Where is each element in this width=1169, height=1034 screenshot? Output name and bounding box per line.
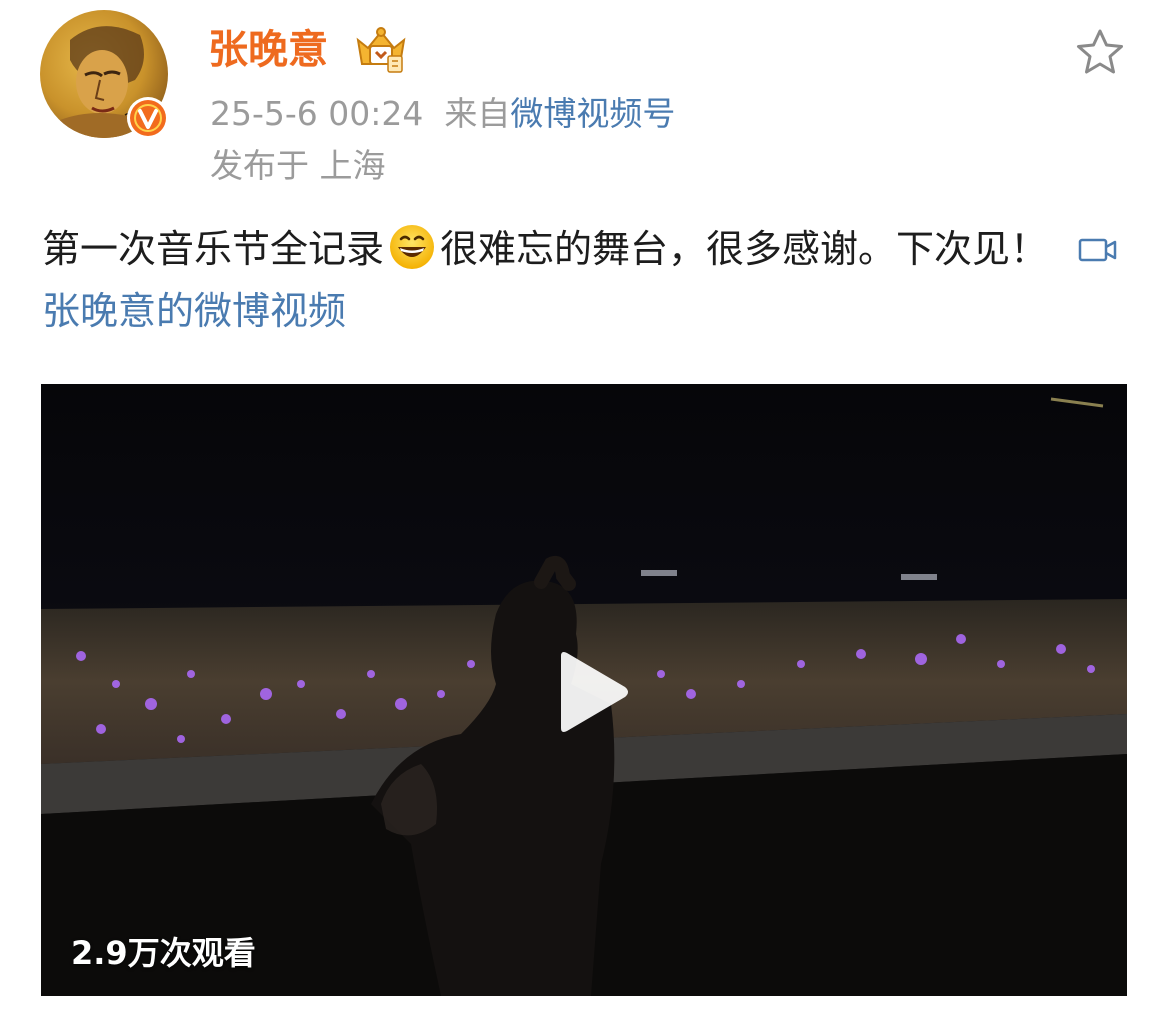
post-text-part1: 第一次音乐节全记录 — [42, 227, 385, 271]
post-meta: 25-5-6 00:24 来自微博视频号 — [210, 92, 675, 136]
video-player[interactable]: 2.9万次观看 — [41, 384, 1127, 996]
view-count: 2.9万次观看 — [71, 934, 256, 972]
post-text: 第一次音乐节全记录 很难忘的舞台，很多感谢。下次见！ 张晚意的微博视频 — [42, 218, 1132, 342]
verified-badge-icon — [126, 96, 170, 140]
play-button-icon[interactable] — [551, 650, 631, 734]
grinning-face-emoji-icon — [388, 223, 436, 271]
post-location: 发布于 上海 — [210, 146, 386, 185]
source-link[interactable]: 微博视频号 — [510, 94, 675, 133]
video-camera-icon — [1078, 238, 1117, 262]
post-text-part2: 很难忘的舞台，很多感谢。下次见！ — [440, 227, 1049, 271]
favorite-star-icon[interactable] — [1074, 27, 1126, 77]
video-link-label[interactable]: 张晚意的微博视频 — [42, 289, 346, 333]
source-prefix: 来自 — [444, 94, 511, 133]
vip-crown-icon[interactable] — [352, 26, 410, 76]
username[interactable]: 张晚意 — [208, 24, 328, 76]
post-timestamp: 25-5-6 00:24 — [210, 94, 424, 133]
